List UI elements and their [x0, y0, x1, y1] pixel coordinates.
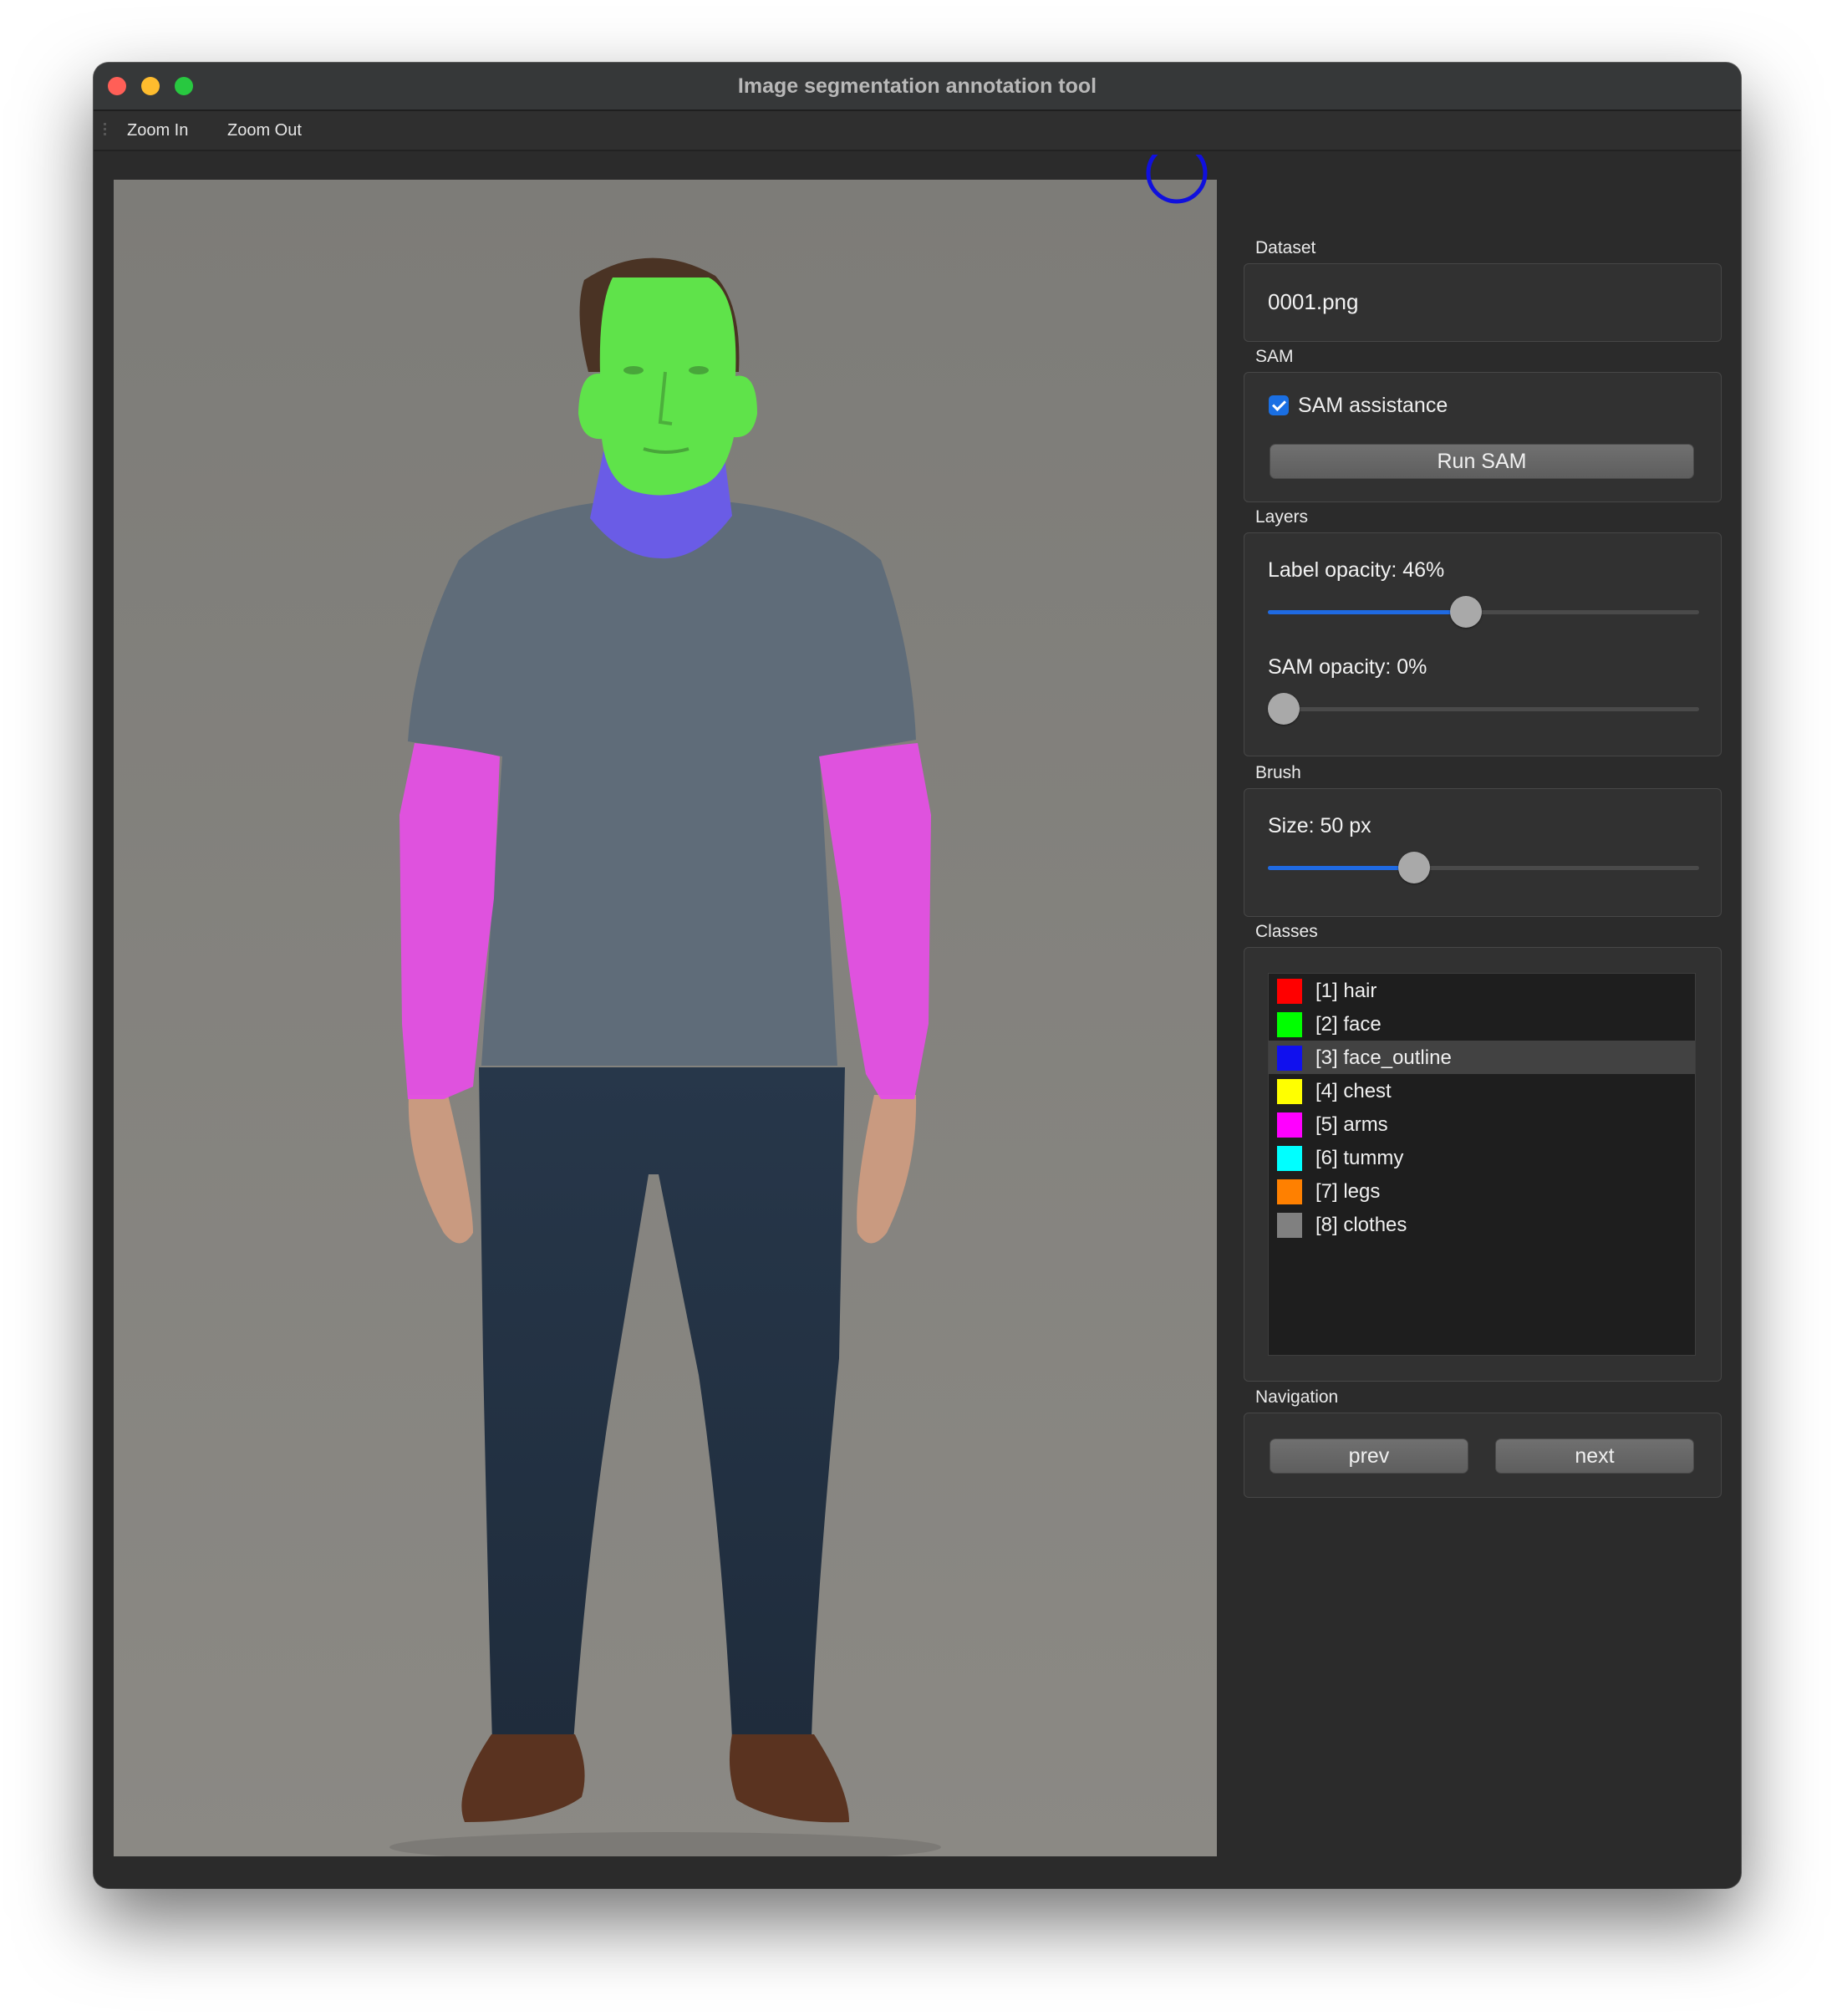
sam-opacity-handle[interactable] [1268, 693, 1300, 725]
class-color-swatch [1277, 1179, 1302, 1204]
brush-section-label: Brush [1255, 763, 1301, 782]
zoom-in-button[interactable]: Zoom In [122, 111, 193, 150]
annotated-photo [114, 180, 1217, 1856]
dataset-section-label: Dataset [1255, 238, 1316, 257]
label-opacity-slider[interactable] [1268, 596, 1699, 628]
label-opacity-fill [1268, 610, 1467, 614]
class-item-clothes[interactable]: [8] clothes [1269, 1208, 1695, 1241]
class-item-legs[interactable]: [7] legs [1269, 1174, 1695, 1208]
navigation-group: prev next [1244, 1413, 1722, 1498]
class-color-swatch [1277, 1146, 1302, 1171]
next-button[interactable]: next [1495, 1438, 1694, 1474]
class-item-face-outline[interactable]: [3] face_outline [1269, 1041, 1695, 1074]
sam-group: SAM assistance Run SAM [1244, 372, 1722, 502]
class-item-tummy[interactable]: [6] tummy [1269, 1141, 1695, 1174]
brush-group: Size: 50 px [1244, 788, 1722, 917]
label-opacity-handle[interactable] [1450, 596, 1483, 628]
brush-size-fill [1268, 866, 1415, 870]
class-item-hair[interactable]: [1] hair [1269, 974, 1695, 1007]
sam-assistance-label[interactable]: SAM assistance [1298, 394, 1448, 418]
brush-size-slider[interactable] [1268, 852, 1699, 883]
class-item-label: [4] chest [1315, 1080, 1392, 1102]
zoom-out-button[interactable]: Zoom Out [222, 111, 307, 150]
classes-group: [1] hair [2] face [3] face_outline [4] c… [1244, 947, 1722, 1382]
dataset-group: 0001.png [1244, 263, 1722, 342]
class-color-swatch [1277, 1213, 1302, 1238]
toolbar-grip-icon[interactable] [104, 123, 106, 138]
class-item-label: [2] face [1315, 1013, 1382, 1036]
class-item-face[interactable]: [2] face [1269, 1007, 1695, 1041]
classes-list[interactable]: [1] hair [2] face [3] face_outline [4] c… [1268, 973, 1696, 1356]
layers-section-label: Layers [1255, 507, 1309, 527]
brush-size-label: Size: 50 px [1268, 814, 1371, 837]
title-bar: Image segmentation annotation tool [94, 63, 1741, 111]
sam-opacity-label: SAM opacity: 0% [1268, 655, 1427, 679]
class-item-label: [6] tummy [1315, 1147, 1404, 1169]
class-color-swatch [1277, 979, 1302, 1004]
class-color-swatch [1277, 1012, 1302, 1037]
class-item-label: [5] arms [1315, 1113, 1388, 1136]
class-item-label: [3] face_outline [1315, 1046, 1452, 1069]
dataset-file-name: 0001.png [1268, 289, 1359, 314]
layers-group: Label opacity: 46% SAM opacity: 0% [1244, 532, 1722, 756]
classes-section-label: Classes [1255, 922, 1318, 941]
class-item-arms[interactable]: [5] arms [1269, 1107, 1695, 1141]
class-item-label: [7] legs [1315, 1180, 1381, 1203]
class-color-swatch [1277, 1079, 1302, 1104]
class-item-label: [8] clothes [1315, 1214, 1407, 1236]
run-sam-button[interactable]: Run SAM [1270, 444, 1694, 479]
class-color-swatch [1277, 1046, 1302, 1071]
window-title: Image segmentation annotation tool [737, 74, 1097, 98]
sam-assistance-checkbox[interactable] [1269, 395, 1289, 415]
label-opacity-label: Label opacity: 46% [1268, 558, 1445, 582]
prev-button[interactable]: prev [1270, 1438, 1468, 1474]
image-canvas[interactable] [114, 180, 1217, 1856]
navigation-section-label: Navigation [1255, 1387, 1339, 1407]
class-item-chest[interactable]: [4] chest [1269, 1074, 1695, 1107]
app-window: Image segmentation annotation tool Zoom … [94, 63, 1741, 1888]
class-item-label: [1] hair [1315, 980, 1377, 1002]
brush-cursor-icon [1143, 155, 1210, 221]
brush-size-handle[interactable] [1398, 852, 1431, 883]
sam-section-label: SAM [1255, 347, 1294, 366]
sam-opacity-slider[interactable] [1268, 693, 1699, 725]
toolbar: Zoom In Zoom Out [94, 111, 1741, 151]
class-color-swatch [1277, 1112, 1302, 1138]
